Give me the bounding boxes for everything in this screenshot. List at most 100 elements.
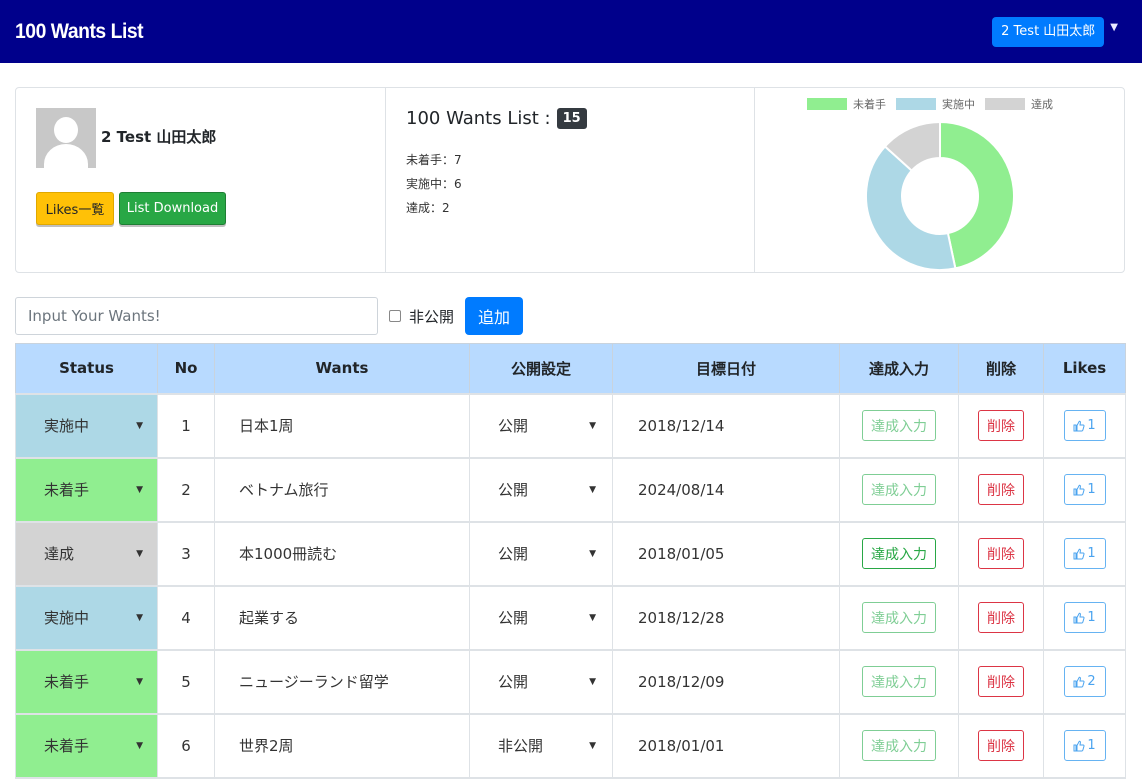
- dropdown-arrow-icon: ▼: [136, 676, 143, 687]
- legend-swatch: [985, 98, 1025, 110]
- status-value: 未着手: [44, 481, 90, 499]
- like-button[interactable]: 1: [1063, 538, 1106, 569]
- target-date[interactable]: 2018/01/01: [612, 713, 840, 779]
- visibility-select[interactable]: 非公開 ▼: [469, 713, 613, 779]
- delete-button[interactable]: 削除: [978, 474, 1024, 505]
- target-date[interactable]: 2018/01/05: [612, 521, 840, 587]
- legend-label: 未着手: [853, 98, 886, 111]
- stat-in-progress: 実施中：6: [406, 177, 462, 191]
- dropdown-arrow-icon: ▼: [589, 612, 596, 623]
- legend-swatch: [896, 98, 936, 110]
- target-date[interactable]: 2024/08/14: [612, 457, 840, 523]
- status-select[interactable]: 未着手 ▼: [15, 457, 158, 523]
- donut-chart: [865, 121, 1015, 271]
- like-button[interactable]: 1: [1063, 730, 1106, 761]
- like-count: 1: [1087, 418, 1096, 433]
- add-button[interactable]: 追加: [465, 297, 524, 335]
- target-date[interactable]: 2018/12/09: [612, 649, 840, 715]
- like-button[interactable]: 2: [1063, 666, 1106, 697]
- table-row: 未着手 ▼ 2 ベトナム旅行 公開 ▼ 2024/08/14 達成入力 削除 1: [15, 457, 1126, 523]
- status-select[interactable]: 達成 ▼: [15, 521, 158, 587]
- visibility-select[interactable]: 公開 ▼: [469, 521, 613, 587]
- target-date[interactable]: 2018/12/14: [612, 393, 840, 459]
- status-value: 未着手: [44, 737, 90, 755]
- dropdown-arrow-icon: ▼: [589, 676, 596, 687]
- want-text: ベトナム旅行: [214, 457, 470, 523]
- visibility-value: 公開: [498, 673, 529, 691]
- delete-button[interactable]: 削除: [978, 538, 1024, 569]
- dropdown-arrow-icon: ▼: [136, 548, 143, 559]
- header-likes: Likes: [1043, 343, 1126, 395]
- user-menu[interactable]: 2 Test 山田太郎 ▼: [992, 16, 1118, 47]
- delete-cell: 削除: [958, 521, 1044, 587]
- achieve-button[interactable]: 達成入力: [862, 730, 936, 761]
- delete-cell: 削除: [958, 393, 1044, 459]
- dropdown-arrow-icon: ▼: [589, 484, 596, 495]
- want-text: 日本1周: [214, 393, 470, 459]
- status-value: 実施中: [44, 417, 90, 435]
- count-badge: 15: [556, 108, 587, 129]
- likes-cell: 1: [1043, 713, 1126, 779]
- row-number: 6: [157, 713, 215, 779]
- list-download-button[interactable]: List Download: [119, 192, 226, 225]
- dropdown-arrow-icon: ▼: [136, 612, 143, 623]
- caret-down-icon[interactable]: ▼: [1110, 22, 1118, 33]
- achieve-button[interactable]: 達成入力: [862, 474, 936, 505]
- table-row: 未着手 ▼ 6 世界2周 非公開 ▼ 2018/01/01 達成入力 削除 1: [15, 713, 1126, 779]
- delete-button[interactable]: 削除: [978, 410, 1024, 441]
- add-want-form: Input Your Wants! 非公開 追加: [15, 297, 524, 335]
- legend-item[interactable]: 実施中: [896, 96, 975, 112]
- want-text: 起業する: [214, 585, 470, 651]
- header-visibility: 公開設定: [469, 343, 613, 395]
- legend-item[interactable]: 未着手: [807, 96, 886, 112]
- legend-label: 達成: [1031, 98, 1053, 111]
- dropdown-arrow-icon: ▼: [136, 740, 143, 751]
- visibility-value: 公開: [498, 417, 529, 435]
- wants-input[interactable]: Input Your Wants!: [15, 297, 378, 335]
- delete-button[interactable]: 削除: [978, 730, 1024, 761]
- table-row: 実施中 ▼ 4 起業する 公開 ▼ 2018/12/28 達成入力 削除 1: [15, 585, 1126, 651]
- visibility-select[interactable]: 公開 ▼: [469, 457, 613, 523]
- dropdown-arrow-icon: ▼: [589, 548, 596, 559]
- row-number: 5: [157, 649, 215, 715]
- legend-item[interactable]: 達成: [985, 96, 1053, 112]
- status-select[interactable]: 実施中 ▼: [15, 393, 158, 459]
- visibility-select[interactable]: 公開 ▼: [469, 585, 613, 651]
- like-count: 1: [1087, 738, 1096, 753]
- table-header-row: Status No Wants 公開設定 目標日付 達成入力 削除 Likes: [15, 343, 1126, 395]
- status-select[interactable]: 未着手 ▼: [15, 649, 158, 715]
- achieve-button[interactable]: 達成入力: [862, 538, 936, 569]
- dropdown-arrow-icon: ▼: [136, 484, 143, 495]
- status-select[interactable]: 未着手 ▼: [15, 713, 158, 779]
- likes-cell: 2: [1043, 649, 1126, 715]
- row-number: 4: [157, 585, 215, 651]
- want-text: 世界2周: [214, 713, 470, 779]
- like-button[interactable]: 1: [1063, 410, 1106, 441]
- thumbs-up-icon: [1073, 612, 1085, 623]
- table-row: 達成 ▼ 3 本1000冊読む 公開 ▼ 2018/01/05 達成入力 削除 1: [15, 521, 1126, 587]
- stat-achieved: 達成：2: [406, 201, 450, 215]
- like-count: 1: [1087, 482, 1096, 497]
- visibility-select[interactable]: 公開 ▼: [469, 649, 613, 715]
- status-select[interactable]: 実施中 ▼: [15, 585, 158, 651]
- top-navbar: 100 Wants List 2 Test 山田太郎 ▼: [0, 0, 1142, 63]
- likes-cell: 1: [1043, 393, 1126, 459]
- likes-list-button[interactable]: Likes一覧: [36, 192, 114, 225]
- thumbs-up-icon: [1073, 676, 1085, 687]
- delete-button[interactable]: 削除: [978, 602, 1024, 633]
- achieve-button[interactable]: 達成入力: [862, 602, 936, 633]
- stat-not-started: 未着手：7: [406, 153, 462, 167]
- achieve-button[interactable]: 達成入力: [862, 410, 936, 441]
- app-brand[interactable]: 100 Wants List: [15, 20, 144, 44]
- like-button[interactable]: 1: [1063, 474, 1106, 505]
- visibility-select[interactable]: 公開 ▼: [469, 393, 613, 459]
- private-checkbox[interactable]: [389, 310, 401, 322]
- like-count: 2: [1087, 674, 1096, 689]
- thumbs-up-icon: [1073, 420, 1085, 431]
- status-value: 達成: [44, 545, 75, 563]
- achieve-button[interactable]: 達成入力: [862, 666, 936, 697]
- target-date[interactable]: 2018/12/28: [612, 585, 840, 651]
- delete-button[interactable]: 削除: [978, 666, 1024, 697]
- like-button[interactable]: 1: [1063, 602, 1106, 633]
- user-menu-button[interactable]: 2 Test 山田太郎: [992, 16, 1105, 47]
